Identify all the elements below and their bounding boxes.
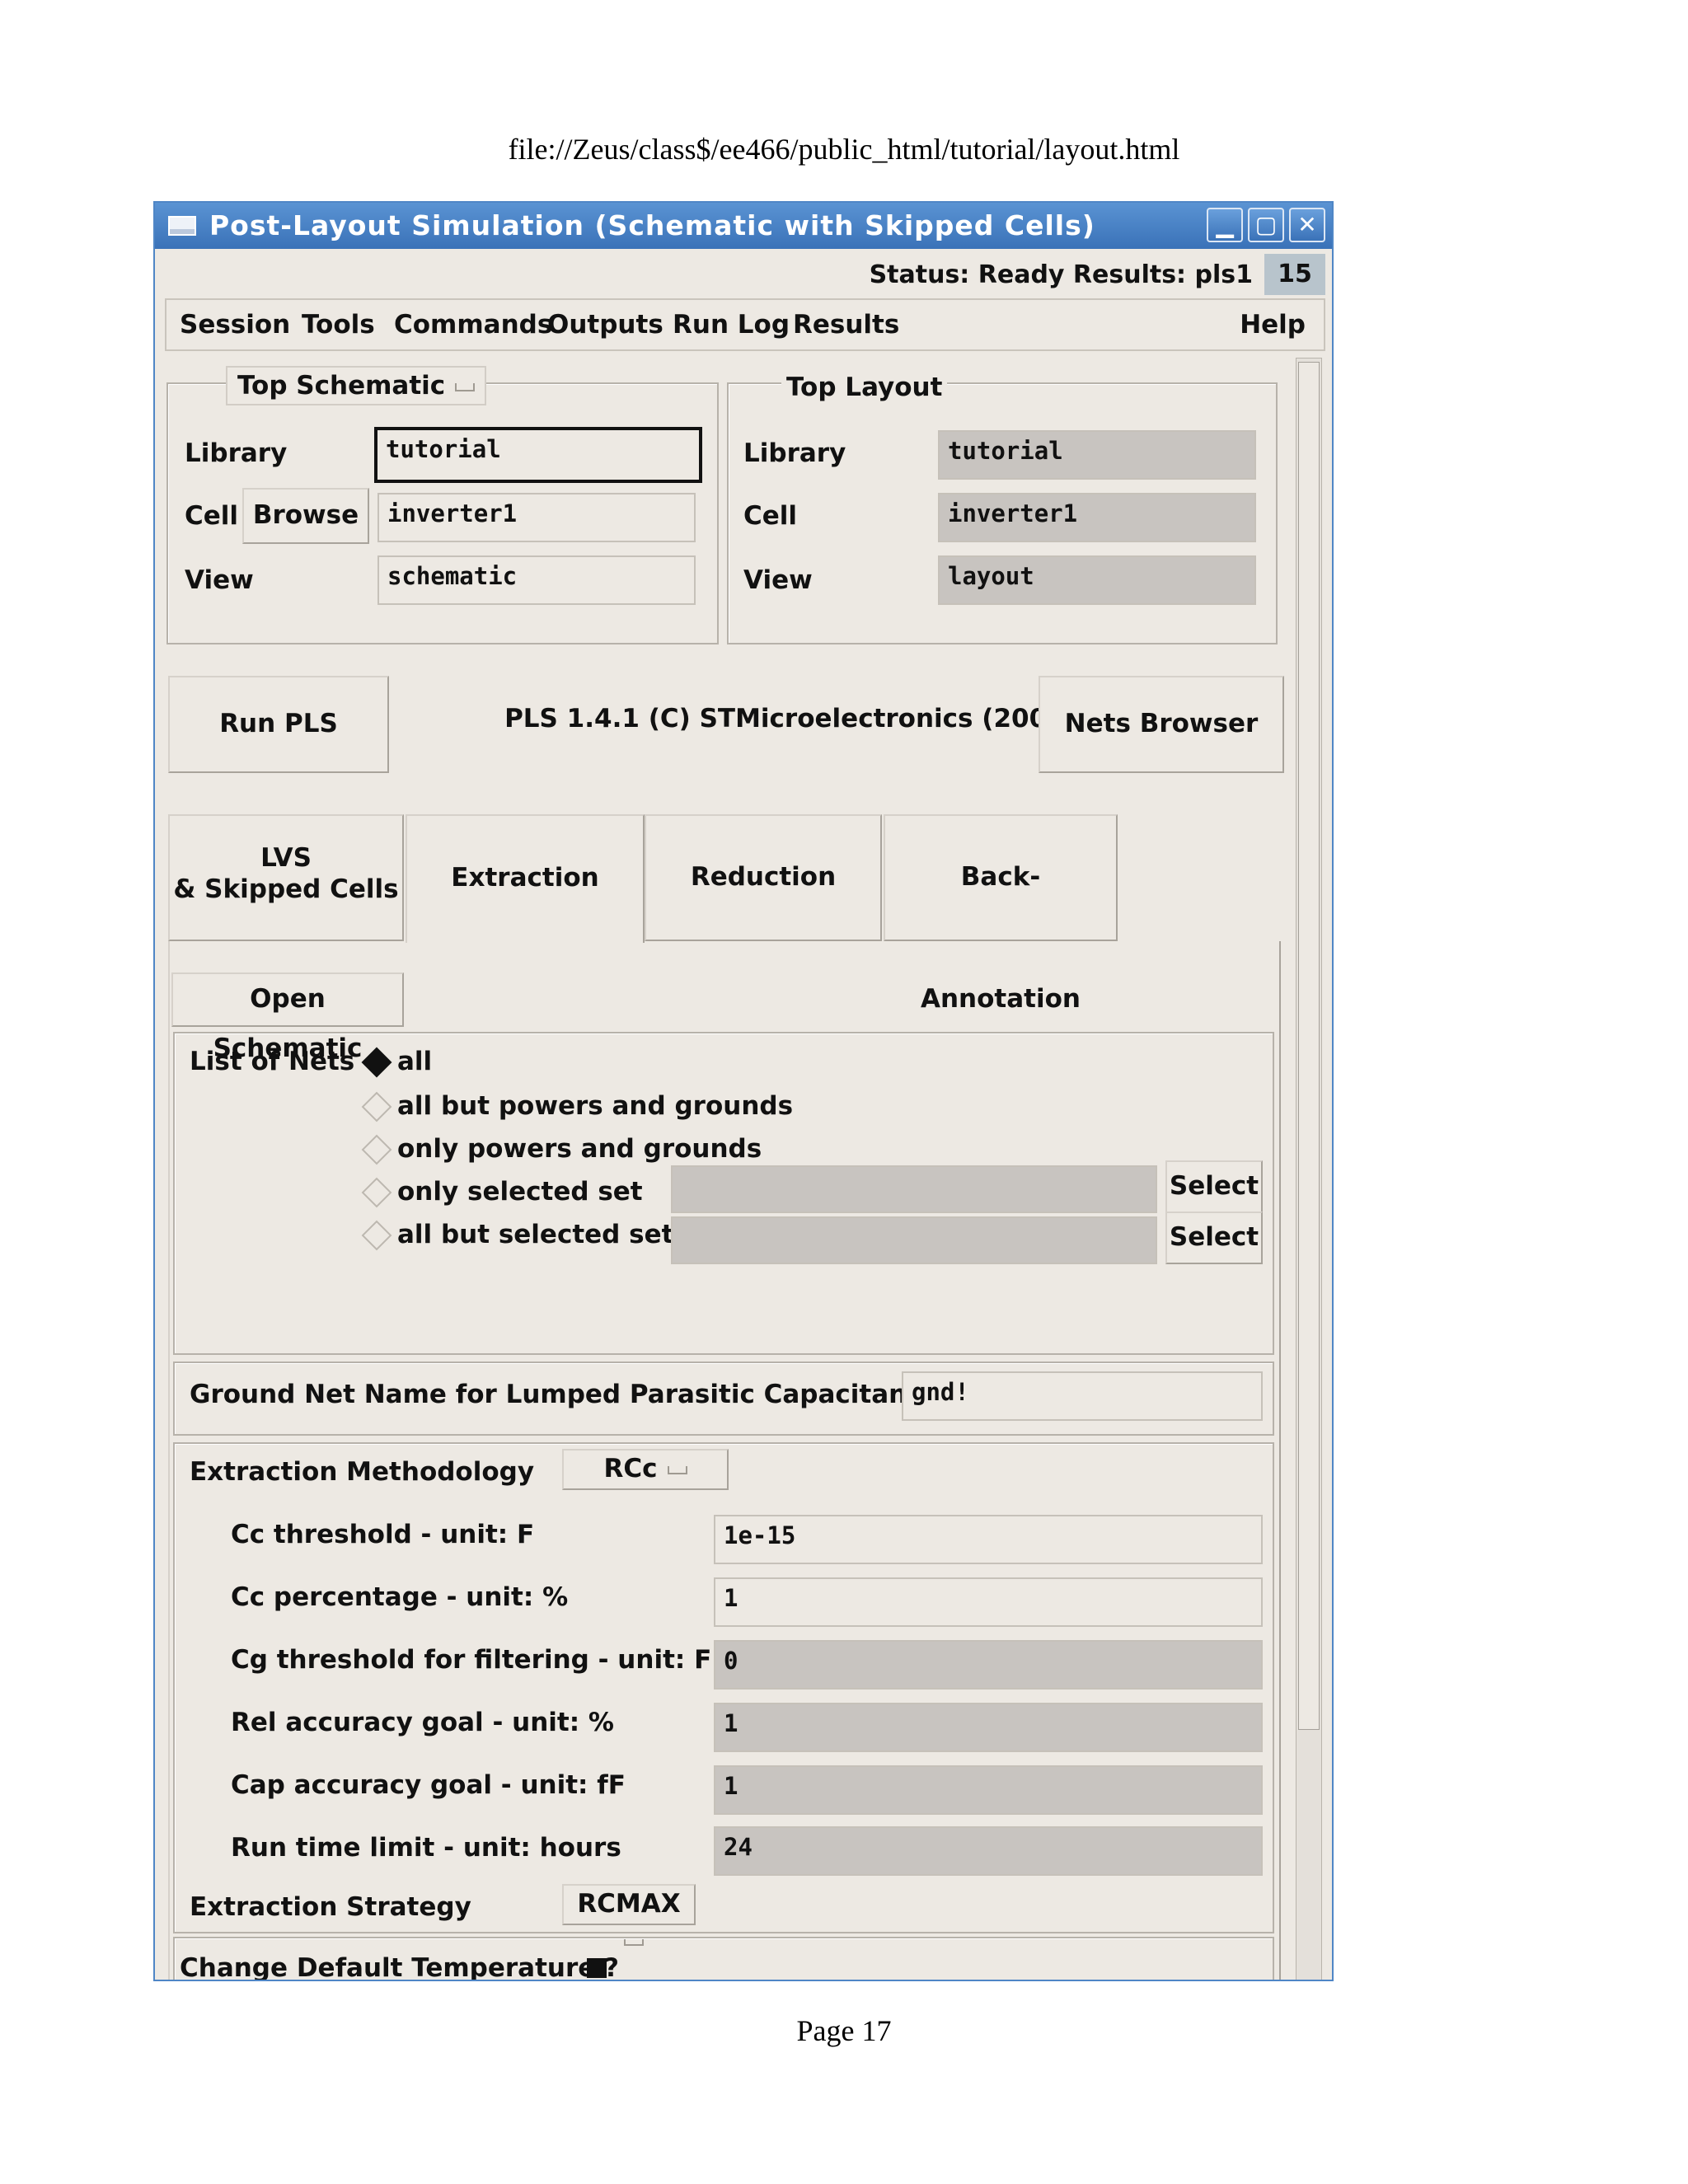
dropdown-icon xyxy=(667,1465,687,1474)
ground-net-label: Ground Net Name for Lumped Parasitic Cap… xyxy=(190,1380,955,1409)
schematic-library-field[interactable]: tutorial xyxy=(374,427,702,483)
run-time-limit-field: 24 xyxy=(714,1826,1263,1876)
menu-bar: Session Tools Commands Outputs Run Log R… xyxy=(165,298,1325,351)
top-schematic-dropdown[interactable]: Top Schematic xyxy=(226,366,487,405)
radio-only-selected-label: only selected set xyxy=(397,1177,643,1207)
vertical-scrollbar[interactable] xyxy=(1296,358,1322,1980)
window-menu-icon[interactable] xyxy=(168,216,196,236)
post-layout-simulation-window: Post-Layout Simulation (Schematic with S… xyxy=(153,201,1334,1981)
schematic-library-label: Library xyxy=(185,438,288,468)
top-schematic-label: Top Schematic xyxy=(237,371,446,401)
all-but-selected-set-field[interactable] xyxy=(671,1216,1157,1264)
top-layout-legend: Top Layout xyxy=(781,373,948,402)
layout-library-field: tutorial xyxy=(938,430,1256,480)
schematic-view-field[interactable]: schematic xyxy=(377,555,696,605)
cc-percentage-label: Cc percentage - unit: % xyxy=(231,1582,569,1612)
tab-reduction[interactable]: Reduction xyxy=(645,814,882,941)
cc-threshold-field[interactable]: 1e-15 xyxy=(714,1515,1263,1564)
cap-accuracy-label: Cap accuracy goal - unit: fF xyxy=(231,1770,626,1800)
menu-run-log[interactable]: Run Log xyxy=(673,310,790,340)
page-number: Page 17 xyxy=(796,2014,892,2047)
methodology-value: RCc xyxy=(603,1454,658,1483)
methodology-label: Extraction Methodology xyxy=(190,1457,535,1487)
window-title: Post-Layout Simulation (Schematic with S… xyxy=(209,209,1108,241)
title-bar[interactable]: Post-Layout Simulation (Schematic with S… xyxy=(155,203,1332,249)
select-button-2[interactable]: Select xyxy=(1165,1212,1263,1264)
menu-help[interactable]: Help xyxy=(1240,310,1306,340)
select-button-1[interactable]: Select xyxy=(1165,1160,1263,1213)
cg-threshold-field: 0 xyxy=(714,1640,1263,1690)
cap-accuracy-field: 1 xyxy=(714,1765,1263,1815)
menu-results[interactable]: Results xyxy=(793,310,899,340)
radio-all-but-selected-label: all but selected set xyxy=(397,1220,674,1249)
tab-extraction[interactable]: Extraction xyxy=(406,814,645,943)
layout-library-label: Library xyxy=(743,438,846,468)
extraction-strategy-label: Extraction Strategy xyxy=(190,1892,471,1922)
minimize-icon[interactable]: ▁ xyxy=(1207,208,1243,242)
scrollbar-thumb[interactable] xyxy=(1298,362,1320,1730)
methodology-dropdown[interactable]: RCc xyxy=(562,1449,729,1490)
layout-view-label: View xyxy=(743,565,813,595)
rel-accuracy-field: 1 xyxy=(714,1703,1263,1752)
layout-cell-label: Cell xyxy=(743,501,798,531)
menu-session[interactable]: Session xyxy=(180,310,290,340)
change-temperature-checkbox[interactable] xyxy=(587,1958,607,1978)
close-icon[interactable]: ✕ xyxy=(1289,208,1325,242)
schematic-cell-label: Cell xyxy=(185,501,239,531)
list-of-nets-label: List of Nets xyxy=(190,1047,355,1076)
cc-percentage-field[interactable]: 1 xyxy=(714,1577,1263,1627)
change-temperature-label: Change Default Temperature ? xyxy=(180,1953,620,1981)
tab-back-annotation[interactable]: Back-Annotation xyxy=(884,814,1118,1014)
cg-threshold-label: Cg threshold for filtering - unit: F xyxy=(231,1645,712,1675)
schematic-cell-field[interactable]: inverter1 xyxy=(377,493,696,542)
page-url: file://Zeus/class$/ee466/public_html/tut… xyxy=(508,133,1180,166)
rel-accuracy-label: Rel accuracy goal - unit: % xyxy=(231,1708,614,1737)
extraction-strategy-dropdown[interactable]: RCMAX xyxy=(562,1884,696,1946)
tab-lvs-skipped-cells[interactable]: LVS & Skipped Cells xyxy=(168,814,404,941)
dropdown-icon xyxy=(455,382,476,391)
radio-only-powers-label: only powers and grounds xyxy=(397,1134,762,1164)
nets-browser-button[interactable]: Nets Browser xyxy=(1039,676,1284,773)
ground-net-field[interactable]: gnd! xyxy=(902,1371,1263,1421)
browse-button[interactable]: Browse xyxy=(242,488,369,544)
run-pls-button[interactable]: Run PLS xyxy=(168,676,389,773)
menu-outputs[interactable]: Outputs xyxy=(547,310,663,340)
radio-all-label: all xyxy=(397,1047,433,1076)
menu-tools[interactable]: Tools xyxy=(302,310,375,340)
maximize-icon[interactable]: ▢ xyxy=(1248,208,1284,242)
only-selected-set-field[interactable] xyxy=(671,1165,1157,1213)
radio-all-but-powers-label: all but powers and grounds xyxy=(397,1091,794,1121)
layout-view-field: layout xyxy=(938,555,1256,605)
cc-threshold-label: Cc threshold - unit: F xyxy=(231,1520,535,1549)
open-schematic-button[interactable]: Open Schematic xyxy=(171,972,404,1063)
layout-cell-field: inverter1 xyxy=(938,493,1256,542)
status-text: Status: Ready Results: pls1 xyxy=(869,260,1253,289)
run-time-limit-label: Run time limit - unit: hours xyxy=(231,1833,621,1863)
schematic-view-label: View xyxy=(185,565,254,595)
status-count: 15 xyxy=(1264,254,1325,295)
extraction-strategy-value: RCMAX xyxy=(577,1889,681,1919)
tab-lvs-line2: & Skipped Cells xyxy=(173,874,399,904)
tab-lvs-line1: LVS xyxy=(260,843,312,873)
menu-commands[interactable]: Commands xyxy=(394,310,552,340)
